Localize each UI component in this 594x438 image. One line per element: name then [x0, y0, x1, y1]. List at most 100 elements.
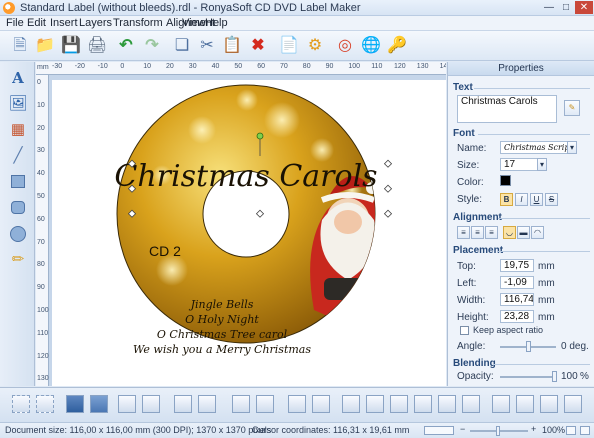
menu-file[interactable]: File [6, 17, 24, 29]
text-tool-icon[interactable]: A [8, 68, 28, 88]
web-globe-icon[interactable]: 🌐 [361, 36, 381, 56]
ruler-tick-label: 140 [439, 63, 446, 70]
track-3-text[interactable]: O Christmas Tree carol [157, 328, 288, 341]
fit-page-icon[interactable] [580, 426, 590, 435]
font-size-chevron-down-icon[interactable]: ▾ [537, 158, 547, 171]
select-group-icon[interactable] [36, 395, 54, 413]
same-width-icon[interactable] [564, 395, 582, 413]
paste-icon[interactable]: 📋 [222, 36, 242, 56]
strikeout-button[interactable]: S [545, 193, 558, 206]
top-field[interactable]: 19,75 [500, 259, 534, 272]
align-center-icon[interactable]: ≡ [471, 226, 484, 239]
arc-text-up-icon[interactable]: ◡ [503, 226, 516, 239]
close-window-button[interactable]: ✕ [575, 1, 593, 14]
distribute-horizontal-icon[interactable] [492, 395, 510, 413]
height-field[interactable]: 23,28 [500, 310, 534, 323]
align-objects-left-icon[interactable] [342, 395, 360, 413]
skew-left-icon[interactable] [288, 395, 306, 413]
arc-text-down-icon[interactable]: ◠ [531, 226, 544, 239]
italic-button[interactable]: I [515, 193, 528, 206]
menu-view[interactable]: View [182, 17, 206, 29]
maximize-button[interactable]: □ [558, 1, 574, 14]
canvas-area[interactable]: mm -30 -20 -10 0 10 20 30 40 50 60 70 80 90 100 110 120… [36, 62, 446, 386]
font-name-chevron-down-icon[interactable]: ▾ [567, 141, 577, 154]
font-name-select[interactable]: Christmas Script [500, 141, 568, 154]
document-properties-icon[interactable]: 📄 [279, 36, 299, 56]
font-color-swatch[interactable] [500, 175, 511, 186]
redo-icon[interactable]: ↷ [142, 36, 162, 56]
ruler-tick-label: -10 [97, 63, 108, 70]
new-document-icon[interactable]: 🗎 [10, 36, 30, 56]
zoom-out-icon[interactable]: − [460, 424, 465, 434]
track-4-text[interactable]: We wish you a Merry Christmas [133, 343, 311, 356]
save-icon[interactable]: 💾 [61, 36, 81, 56]
menu-layers[interactable]: Layers [79, 17, 112, 29]
cd-number-text[interactable]: CD 2 [149, 243, 181, 259]
align-objects-bottom-icon[interactable] [462, 395, 480, 413]
font-size-select[interactable]: 17 [500, 158, 538, 171]
cut-icon[interactable]: ✂ [197, 36, 217, 56]
edit-text-icon[interactable]: ✎ [564, 100, 580, 116]
rotate-left-icon[interactable] [232, 395, 250, 413]
minimize-button[interactable]: — [541, 1, 557, 14]
print-icon[interactable]: 🖨 [87, 36, 107, 56]
keep-aspect-checkbox[interactable] [460, 326, 469, 335]
angle-label: Angle: [457, 341, 486, 352]
align-left-icon[interactable]: ≡ [457, 226, 470, 239]
menu-edit[interactable]: Edit [27, 17, 46, 29]
menu-insert[interactable]: Insert [50, 17, 78, 29]
opacity-slider-thumb[interactable] [552, 371, 557, 382]
text-section-divider [474, 88, 590, 89]
copy-icon[interactable]: ❏ [172, 36, 192, 56]
label-page[interactable]: Christmas Carols CD 2 Jingle Bells O Hol… [52, 80, 446, 386]
bring-forward-icon[interactable] [90, 395, 108, 413]
underline-button[interactable]: U [530, 193, 543, 206]
rounded-rectangle-tool-icon[interactable] [8, 198, 28, 218]
flip-vertical-icon[interactable] [198, 395, 216, 413]
settings-gear-icon[interactable]: ⚙ [305, 36, 325, 56]
image-text-tool-icon[interactable]: 🖼 [8, 94, 28, 114]
text-value-field[interactable]: Christmas Carols [457, 95, 557, 123]
bring-to-front-icon[interactable] [66, 395, 84, 413]
width-field[interactable]: 116,74 [500, 293, 534, 306]
delete-icon[interactable]: ✖ [248, 36, 268, 56]
align-objects-center-icon[interactable] [366, 395, 384, 413]
grid-icon[interactable] [566, 426, 576, 435]
open-folder-icon[interactable]: 📁 [35, 36, 55, 56]
same-size-icon[interactable] [540, 395, 558, 413]
align-objects-top-icon[interactable] [414, 395, 432, 413]
menu-help[interactable]: Help [205, 17, 228, 29]
send-backward-icon[interactable] [118, 395, 136, 413]
ellipse-tool-icon[interactable] [8, 224, 28, 244]
zoom-slider-thumb[interactable] [496, 426, 500, 436]
pencil-tool-icon[interactable]: ✏ [8, 250, 28, 270]
align-objects-right-icon[interactable] [390, 395, 408, 413]
send-to-back-icon[interactable] [142, 395, 160, 413]
flip-horizontal-icon[interactable] [174, 395, 192, 413]
cd-label-svg[interactable]: Christmas Carols CD 2 Jingle Bells O Hol… [52, 80, 446, 386]
track-1-text[interactable]: Jingle Bells [189, 298, 254, 311]
distribute-vertical-icon[interactable] [516, 395, 534, 413]
rotate-right-icon[interactable] [256, 395, 274, 413]
angle-slider-thumb[interactable] [526, 341, 531, 352]
key-icon[interactable]: 🔑 [387, 36, 407, 56]
rectangle-tool-icon[interactable] [8, 172, 28, 192]
rotate-handle[interactable] [256, 132, 264, 140]
track-2-text[interactable]: O Holy Night [185, 313, 259, 326]
label-title-text[interactable]: Christmas Carols [114, 159, 377, 194]
view-mode-icons[interactable] [424, 426, 454, 435]
skew-right-icon[interactable] [312, 395, 330, 413]
opacity-slider-track[interactable] [500, 376, 556, 378]
undo-icon[interactable]: ↶ [116, 36, 136, 56]
align-right-icon[interactable]: ≡ [485, 226, 498, 239]
line-tool-icon[interactable]: ╱ [8, 146, 28, 166]
help-lifebuoy-icon[interactable]: ◎ [335, 36, 355, 56]
select-all-icon[interactable] [12, 395, 30, 413]
arc-text-straight-icon[interactable]: ▬ [517, 226, 530, 239]
align-objects-middle-icon[interactable] [438, 395, 456, 413]
zoom-in-icon[interactable]: + [531, 424, 536, 434]
bold-button[interactable]: B [500, 193, 513, 206]
image-tool-icon[interactable]: ▦ [8, 120, 28, 140]
menu-transform[interactable]: Transform [113, 17, 163, 29]
left-field[interactable]: -1,09 [500, 276, 534, 289]
